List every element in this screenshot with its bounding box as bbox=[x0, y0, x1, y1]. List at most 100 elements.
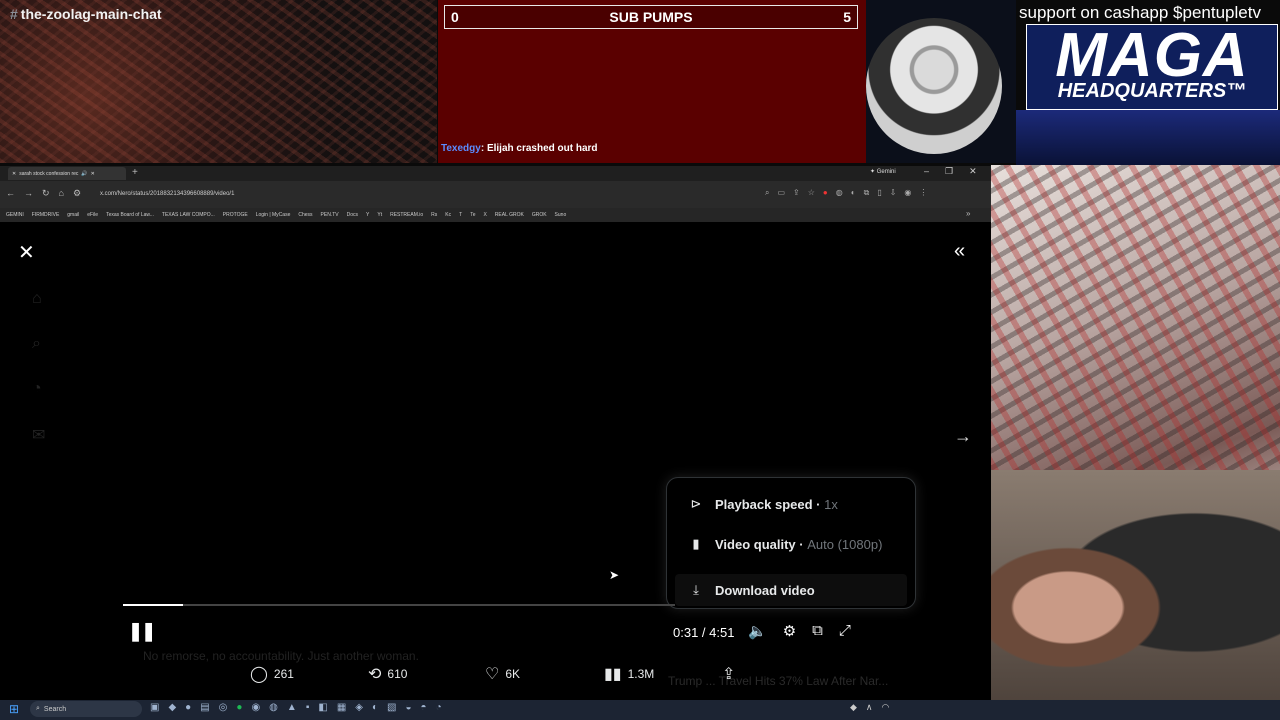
repost-button[interactable]: ⟲ 610 bbox=[368, 664, 407, 684]
browser-tab[interactable]: ✕ sarah stock confession rec 🔊 ✕ bbox=[8, 167, 126, 180]
forward-icon[interactable]: → bbox=[24, 188, 33, 199]
collapse-panel-button[interactable]: « bbox=[954, 240, 965, 263]
home-icon[interactable]: ⌂ bbox=[59, 188, 64, 199]
bookmark-item[interactable]: Y bbox=[366, 212, 369, 218]
share-button[interactable]: ⇪ bbox=[722, 664, 735, 684]
app-icon[interactable]: ▧ bbox=[387, 702, 396, 713]
fullscreen-icon[interactable]: ⤢ bbox=[839, 622, 851, 640]
zoom-icon[interactable]: ⌕ bbox=[765, 188, 769, 198]
app-icon[interactable]: ◈ bbox=[355, 702, 363, 713]
close-video-button[interactable]: ✕ bbox=[18, 240, 35, 265]
bookmark-item[interactable]: Suno bbox=[555, 212, 567, 218]
share-upload-icon: ⇪ bbox=[722, 666, 736, 683]
bookmark-item[interactable]: GEMINI bbox=[6, 212, 24, 218]
video-quality-item[interactable]: ▮ Video quality · Auto (1080p) bbox=[689, 536, 882, 552]
poll-title: SUB PUMPS bbox=[609, 9, 693, 25]
playback-speed-label: Playback speed bbox=[715, 496, 813, 512]
playback-speed-item[interactable]: ⊳ Playback speed · 1x bbox=[689, 496, 838, 512]
share-icon[interactable]: ⇪ bbox=[793, 188, 800, 198]
network-icon[interactable]: ◠ bbox=[882, 702, 890, 713]
video-quality-value: Auto (1080p) bbox=[807, 536, 883, 552]
bookmark-item[interactable]: GROK bbox=[532, 212, 547, 218]
url-field[interactable]: x.com/Nero/status/2018832134396608889/vi… bbox=[100, 191, 234, 197]
windows-start-icon[interactable]: ⊞ bbox=[9, 702, 19, 716]
minimize-icon[interactable]: – bbox=[924, 166, 929, 177]
like-button[interactable]: ♡ 6K bbox=[485, 664, 520, 684]
bookmark-item[interactable]: X bbox=[483, 212, 486, 218]
new-tab-button[interactable]: + bbox=[132, 167, 138, 178]
extension-icon[interactable]: ◐ bbox=[851, 188, 856, 198]
bookmark-item[interactable]: FIRMDRIVE bbox=[32, 212, 60, 218]
settings-gear-icon[interactable]: ⚙ bbox=[783, 622, 796, 640]
views-button[interactable]: ▮▮ 1.3M bbox=[604, 664, 654, 684]
sidebar-icon[interactable]: ▯ bbox=[877, 188, 881, 198]
app-icon[interactable]: ◒ bbox=[405, 702, 411, 713]
app-icon[interactable]: ◎ bbox=[219, 702, 228, 713]
tab-audio-icon[interactable]: 🔊 bbox=[81, 171, 87, 177]
app-icon[interactable]: ◆ bbox=[168, 702, 176, 713]
chat-message: Texedgy: Elijah crashed out hard bbox=[441, 143, 598, 154]
steam-icon[interactable]: ◐ bbox=[372, 702, 378, 713]
pause-button[interactable]: ❚❚ bbox=[128, 621, 156, 642]
next-media-button[interactable]: → bbox=[954, 426, 972, 447]
record-icon[interactable]: ● bbox=[823, 188, 828, 198]
bookmark-item[interactable]: PROTOGE bbox=[223, 212, 248, 218]
site-info-icon[interactable]: ⚙ bbox=[73, 188, 81, 199]
bookmark-item[interactable]: eFile bbox=[87, 212, 98, 218]
premiere-icon[interactable]: ▪ bbox=[306, 702, 310, 713]
bookmark-item[interactable]: Te bbox=[470, 212, 475, 218]
window-close-icon[interactable]: ✕ bbox=[969, 166, 977, 177]
bookmark-item[interactable]: Kc bbox=[445, 212, 451, 218]
back-icon[interactable]: ← bbox=[6, 188, 15, 199]
app-icon[interactable]: ● bbox=[185, 702, 191, 713]
bookmark-star-icon[interactable]: ☆ bbox=[808, 188, 815, 198]
logo-title: MAGA bbox=[1055, 21, 1249, 90]
menu-dots-icon[interactable]: ⋮ bbox=[919, 188, 927, 198]
app-icon[interactable]: ◓ bbox=[421, 702, 427, 713]
bookmark-item[interactable]: RESTREAM.io bbox=[390, 212, 423, 218]
bookmark-item[interactable]: Rs bbox=[431, 212, 437, 218]
app-icon[interactable]: ◍ bbox=[269, 702, 278, 713]
bookmark-item[interactable]: Chess bbox=[298, 212, 312, 218]
folder-icon[interactable]: ▤ bbox=[200, 702, 209, 713]
bookmark-item[interactable]: Texas Board of Law... bbox=[106, 212, 154, 218]
bookmark-item[interactable]: Login | MyCase bbox=[256, 212, 291, 218]
bookmark-item[interactable]: PEN.TV bbox=[321, 212, 339, 218]
app-icon[interactable]: ◧ bbox=[318, 702, 327, 713]
profile-icon[interactable]: ◉ bbox=[904, 188, 911, 198]
task-view-icon[interactable]: ▣ bbox=[150, 702, 159, 713]
chrome-icon[interactable]: ◉ bbox=[251, 702, 260, 713]
restore-icon[interactable]: ❐ bbox=[945, 166, 953, 177]
bookmark-item[interactable]: Docs bbox=[347, 212, 358, 218]
bookmark-item[interactable]: gmail bbox=[67, 212, 79, 218]
app-icon[interactable]: ▲ bbox=[287, 702, 297, 713]
taskbar-search-label: Search bbox=[43, 705, 67, 713]
taskbar-search[interactable]: ⌕ Search bbox=[30, 701, 142, 717]
download-icon[interactable]: ⇩ bbox=[890, 188, 897, 198]
tab-close-icon[interactable]: ✕ bbox=[91, 171, 95, 177]
gemini-button[interactable]: ✦ Gemini bbox=[870, 168, 896, 175]
download-video-label: Download video bbox=[715, 582, 815, 598]
bookmark-item[interactable]: T bbox=[459, 212, 462, 218]
tray-app-icon[interactable]: ◆ bbox=[850, 702, 857, 713]
bookmark-item[interactable]: REAL GROK bbox=[495, 212, 524, 218]
app-icon[interactable]: ▦ bbox=[337, 702, 346, 713]
reply-button[interactable]: ◯ 261 bbox=[250, 664, 294, 684]
cast-icon[interactable]: ▭ bbox=[777, 188, 785, 198]
bookmark-item[interactable]: Yt bbox=[377, 212, 382, 218]
extensions-puzzle-icon[interactable]: ⧉ bbox=[864, 188, 870, 198]
download-video-item[interactable]: ⤓ Download video bbox=[675, 574, 907, 606]
extension-icon[interactable]: ◍ bbox=[836, 188, 843, 198]
reload-icon[interactable]: ↻ bbox=[42, 188, 50, 199]
logo-background bbox=[1016, 110, 1280, 165]
bookmark-item[interactable]: TEXAS LAW COMPO... bbox=[162, 212, 215, 218]
spotify-icon[interactable]: ● bbox=[236, 702, 242, 713]
chat-message-user: Texedgy bbox=[441, 143, 481, 154]
volume-icon[interactable]: 🔈 bbox=[748, 622, 767, 640]
logo-subtitle: HEADQUARTERS™ bbox=[1057, 80, 1247, 102]
app-icon[interactable]: ◔ bbox=[436, 702, 442, 713]
tray-chevron-icon[interactable]: ∧ bbox=[866, 702, 873, 713]
bookmarks-overflow-icon[interactable]: » bbox=[966, 209, 970, 218]
pip-icon[interactable]: ⧉ bbox=[812, 622, 823, 640]
progress-track[interactable] bbox=[123, 604, 675, 606]
